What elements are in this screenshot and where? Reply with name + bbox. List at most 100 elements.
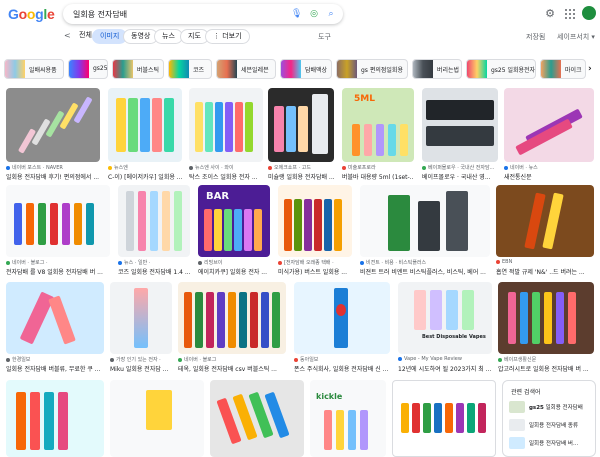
chip[interactable]: 일배씨용품 [4, 59, 64, 79]
image-result[interactable]: 뉴스 · 일반 · 코즈 일회용 전자담배 1.4 ... [118, 185, 190, 277]
chip[interactable]: gs 편의점일회용 [336, 59, 408, 79]
image-result[interactable]: 뉴스엔 C-이) [메이저카우] 일회용 ... [108, 88, 182, 181]
result-title[interactable]: 12년에 시도하여 될 2023가지 최 ... [398, 364, 492, 373]
image-result[interactable]: 네이버 포스트 · NAVER 일회용 전자담배 후기! 편의점에서 ... [6, 88, 100, 181]
image-result[interactable]: 한경일보 일회용 전자담배 버블류, 무료한 쿠 ... [6, 282, 104, 374]
chip-label: 세븐일레븐 [241, 67, 269, 74]
image-result[interactable] [392, 380, 496, 457]
result-title[interactable]: 미슐랭 일회용 전자담배 ... [268, 172, 334, 181]
result-title[interactable]: 일회용 전자담배 버블류, 무료한 쿠 ... [6, 364, 104, 373]
related-searches-heading: 관련 검색어 [511, 389, 541, 396]
chip[interactable]: gs25 일회용전자 [466, 59, 536, 79]
result-thumbnail[interactable] [6, 380, 104, 457]
result-title[interactable]: 코즈 일회용 전자담배 1.4 ... [118, 267, 190, 276]
image-result[interactable]: 가장 인기 있는 전자 · Miku 일회용 전자담 ... [110, 282, 172, 374]
result-thumbnail[interactable] [178, 282, 286, 354]
result-thumbnail[interactable]: Best Disposable Vapes [398, 282, 492, 354]
result-title[interactable]: 탁스 조이스 일회용 전자 ... [189, 172, 263, 181]
chip[interactable]: 버리는법 [412, 59, 462, 79]
result-thumbnail[interactable] [294, 282, 390, 354]
result-thumbnail[interactable] [110, 282, 172, 354]
result-thumbnail[interactable] [108, 88, 182, 162]
image-result[interactable]: EBN 흡연 적발 규제 'N&' ..드 버려는 ... [496, 185, 594, 277]
image-result[interactable]: 5ML 미슐로프로라 버블바 대용량 5ml (1set-... [342, 88, 414, 181]
result-thumbnail[interactable] [278, 185, 352, 257]
result-thumbnail[interactable] [268, 88, 334, 162]
image-result[interactable]: 동아일보 폰스 주식회사, 일회용 전자담배 신 ... [294, 282, 390, 374]
image-result[interactable] [6, 380, 104, 457]
image-result[interactable]: 네이버 · 블로그 · 전자담배 를 V8 일회용 전자담배 버 ... [6, 185, 110, 277]
related-search-item[interactable]: gs25 일회용 전자담배 [509, 399, 593, 415]
image-result[interactable]: 비젼트 · 비용 · 비스틱플러스 비젼트 트러 비엔트 비스틱플러스, 비스틱… [360, 185, 490, 277]
result-title[interactable]: Miku 일회용 전자담 ... [110, 364, 172, 373]
image-result[interactable] [110, 380, 204, 457]
google-logo[interactable]: Google [8, 6, 55, 22]
safesearch-button[interactable]: 세이프서치 ▾ [557, 32, 595, 42]
result-thumbnail[interactable] [498, 282, 594, 354]
image-result[interactable]: BAR 리빙브이 에이치카쿠] 일회용 전자 ... [198, 185, 270, 277]
related-search-item[interactable]: 일회용 전자담배 버... [509, 435, 593, 451]
result-title[interactable]: C-이) [메이저카우] 일회용 ... [108, 172, 182, 181]
result-title[interactable]: 비젼트 트러 비엔트 비스틱플러스, 비스틱, 베어 ... [360, 267, 490, 276]
lens-icon[interactable]: ◎ [309, 9, 319, 19]
tab-more[interactable]: ⋮ 더보기 [205, 29, 250, 44]
result-thumbnail[interactable] [110, 380, 204, 457]
image-result[interactable]: kickle [310, 380, 386, 457]
result-source: 리빙브이 [198, 259, 270, 266]
chip-thumbnail [413, 60, 433, 78]
result-thumbnail[interactable] [422, 88, 498, 162]
chip[interactable]: gs25 [68, 59, 108, 79]
result-thumbnail[interactable] [6, 282, 104, 354]
chip[interactable]: 코즈 [168, 59, 212, 79]
result-title[interactable]: 일회용 전자담배 후기! 편의점에서 ... [6, 172, 100, 181]
result-thumbnail[interactable]: 5ML [342, 88, 414, 162]
image-result[interactable]: 베이퍼몰로우 · 국내산 전자담... 베이프몰로우 · 국내산 영... [422, 88, 498, 181]
apps-grid-icon[interactable] [565, 9, 575, 19]
result-thumbnail[interactable]: BAR [198, 185, 270, 257]
image-result[interactable]: [전자담배 오래종 택배 · 미식가용) 버스트 일회용 ... [278, 185, 352, 277]
chip[interactable]: 담배액상 [280, 59, 332, 79]
result-title[interactable]: 흡연 적발 규제 'N&' ..드 버려는 ... [496, 267, 594, 276]
chip[interactable]: 마이크 [540, 59, 586, 79]
related-search-item[interactable]: 일회용 전자담배 종류 [509, 417, 593, 433]
search-box[interactable]: 🎙 ◎ ⌕ [63, 4, 343, 24]
result-thumbnail[interactable] [496, 185, 594, 257]
image-result[interactable] [210, 380, 304, 457]
microphone-icon[interactable]: 🎙 [291, 9, 302, 19]
result-thumbnail[interactable] [6, 88, 100, 162]
image-result[interactable]: Best Disposable Vapes Vape - My Vape Rev… [398, 282, 492, 374]
result-thumbnail[interactable] [360, 185, 490, 257]
chip[interactable]: 버블스틱 [112, 59, 164, 79]
result-title[interactable]: 새전통신문 [504, 172, 594, 181]
gear-icon[interactable]: ⚙ [544, 8, 556, 20]
result-title[interactable]: 전자담배 를 V8 일회용 전자담배 버 ... [6, 267, 110, 276]
result-title[interactable]: 버블바 대용량 5ml (1set-... [342, 172, 414, 181]
image-result[interactable]: 오에크쇼프 · 고드 미슐랭 일회용 전자담배 ... [268, 88, 334, 181]
result-thumbnail[interactable] [504, 88, 594, 162]
chevron-right-icon[interactable]: › [588, 64, 592, 74]
search-icon[interactable]: ⌕ [326, 9, 336, 19]
image-result[interactable]: 네이버 · 블로그 테옥, 일회용 전자담배 csv 버블스틱 ... [178, 282, 286, 374]
chip[interactable]: 세븐일레븐 [216, 59, 276, 79]
result-thumbnail[interactable] [392, 380, 496, 457]
result-title[interactable]: 미식가용) 버스트 일회용 ... [278, 267, 352, 276]
back-chevron-icon[interactable]: < [64, 31, 71, 40]
result-thumbnail[interactable] [118, 185, 190, 257]
result-thumbnail[interactable] [6, 185, 110, 257]
search-input[interactable] [73, 7, 273, 21]
avatar[interactable] [582, 6, 596, 20]
result-title[interactable]: 폰스 주식회사, 일회용 전자담배 신 ... [294, 364, 390, 373]
result-thumbnail[interactable] [210, 380, 304, 457]
result-thumbnail[interactable] [189, 88, 263, 162]
image-result[interactable]: 뉴스엔 사이 · 와이 탁스 조이스 일회용 전자 ... [189, 88, 263, 181]
result-title[interactable]: 압고러시트로 일회용 전자담배 버 ... [498, 364, 594, 373]
image-result[interactable]: 네이버 · 뉴스 새전통신문 [504, 88, 594, 181]
result-title[interactable]: 테옥, 일회용 전자담배 csv 버블스틱 ... [178, 364, 286, 373]
result-title[interactable]: 베이프몰로우 · 국내산 영... [422, 172, 498, 181]
saved-button[interactable]: 저장됨 [526, 32, 545, 42]
image-result[interactable]: 베이프생활신문 압고러시트로 일회용 전자담배 버 ... [498, 282, 594, 374]
tools-button[interactable]: 도구 [318, 32, 331, 42]
tab-news[interactable]: 뉴스 [154, 29, 183, 44]
result-title[interactable]: 에이치카쿠] 일회용 전자 ... [198, 267, 270, 276]
result-thumbnail[interactable]: kickle [310, 380, 386, 457]
